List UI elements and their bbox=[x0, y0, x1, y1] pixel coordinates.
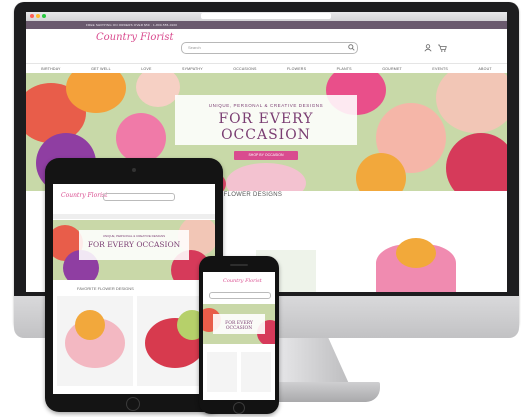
phone-home-button[interactable] bbox=[233, 402, 245, 414]
cart-icon[interactable] bbox=[438, 44, 447, 52]
phone-product-card[interactable] bbox=[241, 352, 271, 392]
account-icon[interactable] bbox=[424, 44, 432, 52]
phone-hero-title: FOR EVERY OCCASION bbox=[225, 321, 253, 331]
promo-text: FREE SHIPPING ON ORDERS OVER $59 · 1-800… bbox=[86, 23, 178, 27]
tablet-home-button[interactable] bbox=[126, 397, 140, 411]
search-placeholder: Search bbox=[188, 45, 201, 50]
nav-item[interactable]: PLANTS bbox=[337, 67, 352, 71]
search-input[interactable]: Search bbox=[181, 42, 358, 54]
phone-speaker bbox=[230, 264, 248, 266]
nav-item[interactable]: EVENTS bbox=[432, 67, 448, 71]
phone-hero: FOR EVERY OCCASION bbox=[203, 304, 275, 344]
tablet-nav bbox=[53, 214, 215, 219]
close-window-icon[interactable] bbox=[30, 14, 34, 18]
nav-item[interactable]: OCCASIONS bbox=[233, 67, 256, 71]
tablet-screen: Country Florist UNIQUE, PERSONAL & CREAT… bbox=[53, 184, 215, 394]
tablet-product-card[interactable] bbox=[57, 296, 133, 386]
address-bar[interactable] bbox=[201, 13, 331, 19]
flower-image bbox=[446, 133, 507, 191]
flower-image bbox=[116, 113, 166, 163]
flower-image bbox=[136, 73, 180, 107]
phone-logo[interactable]: Country Florist bbox=[223, 278, 262, 284]
hero-title: FOR EVERY OCCASION bbox=[218, 111, 314, 143]
hero-text-panel: UNIQUE, PERSONAL & CREATIVE DESIGNS FOR … bbox=[175, 95, 357, 160]
maximize-window-icon[interactable] bbox=[42, 14, 46, 18]
tablet-hero: UNIQUE, PERSONAL & CREATIVE DESIGNS FOR … bbox=[53, 220, 215, 280]
shop-button[interactable]: SHOP BY OCCASION bbox=[234, 151, 298, 160]
tablet-hero-panel: UNIQUE, PERSONAL & CREATIVE DESIGNS FOR … bbox=[79, 230, 189, 260]
hero-subtitle: UNIQUE, PERSONAL & CREATIVE DESIGNS bbox=[208, 103, 324, 108]
nav-item[interactable]: FLOWERS bbox=[287, 67, 306, 71]
tablet-camera bbox=[132, 168, 136, 172]
tablet-hero-title: FOR EVERY OCCASION bbox=[87, 240, 181, 249]
search-icon[interactable] bbox=[348, 44, 355, 51]
nav-item[interactable]: ABOUT bbox=[478, 67, 491, 71]
nav-item[interactable]: LOVE bbox=[141, 67, 151, 71]
tablet-section-title: FAVORITE FLOWER DESIGNS bbox=[77, 286, 134, 291]
flower-image bbox=[436, 73, 507, 133]
minimize-window-icon[interactable] bbox=[36, 14, 40, 18]
phone-screen: Country Florist FOR EVERY OCCASION bbox=[203, 272, 275, 400]
phone-search-input[interactable] bbox=[209, 292, 271, 299]
nav-item[interactable]: SYMPATHY bbox=[182, 67, 203, 71]
nav-item[interactable]: GOURMET bbox=[382, 67, 402, 71]
nav-item[interactable]: GET WELL bbox=[91, 67, 111, 71]
tablet-search-input[interactable] bbox=[103, 193, 175, 201]
product-image[interactable] bbox=[396, 238, 436, 268]
phone-hero-panel: FOR EVERY OCCASION bbox=[213, 314, 265, 334]
phone-product-card[interactable] bbox=[207, 352, 237, 392]
nav-item[interactable]: BIRTHDAY bbox=[41, 67, 60, 71]
tablet-logo[interactable]: Country Florist bbox=[61, 192, 107, 199]
promo-strip: FREE SHIPPING ON ORDERS OVER $59 · 1-800… bbox=[26, 21, 507, 29]
flower-image bbox=[226, 163, 306, 191]
tablet-hero-subtitle: UNIQUE, PERSONAL & CREATIVE DESIGNS bbox=[102, 234, 166, 238]
browser-toolbar bbox=[26, 12, 507, 21]
site-logo[interactable]: Country Florist bbox=[96, 33, 173, 43]
